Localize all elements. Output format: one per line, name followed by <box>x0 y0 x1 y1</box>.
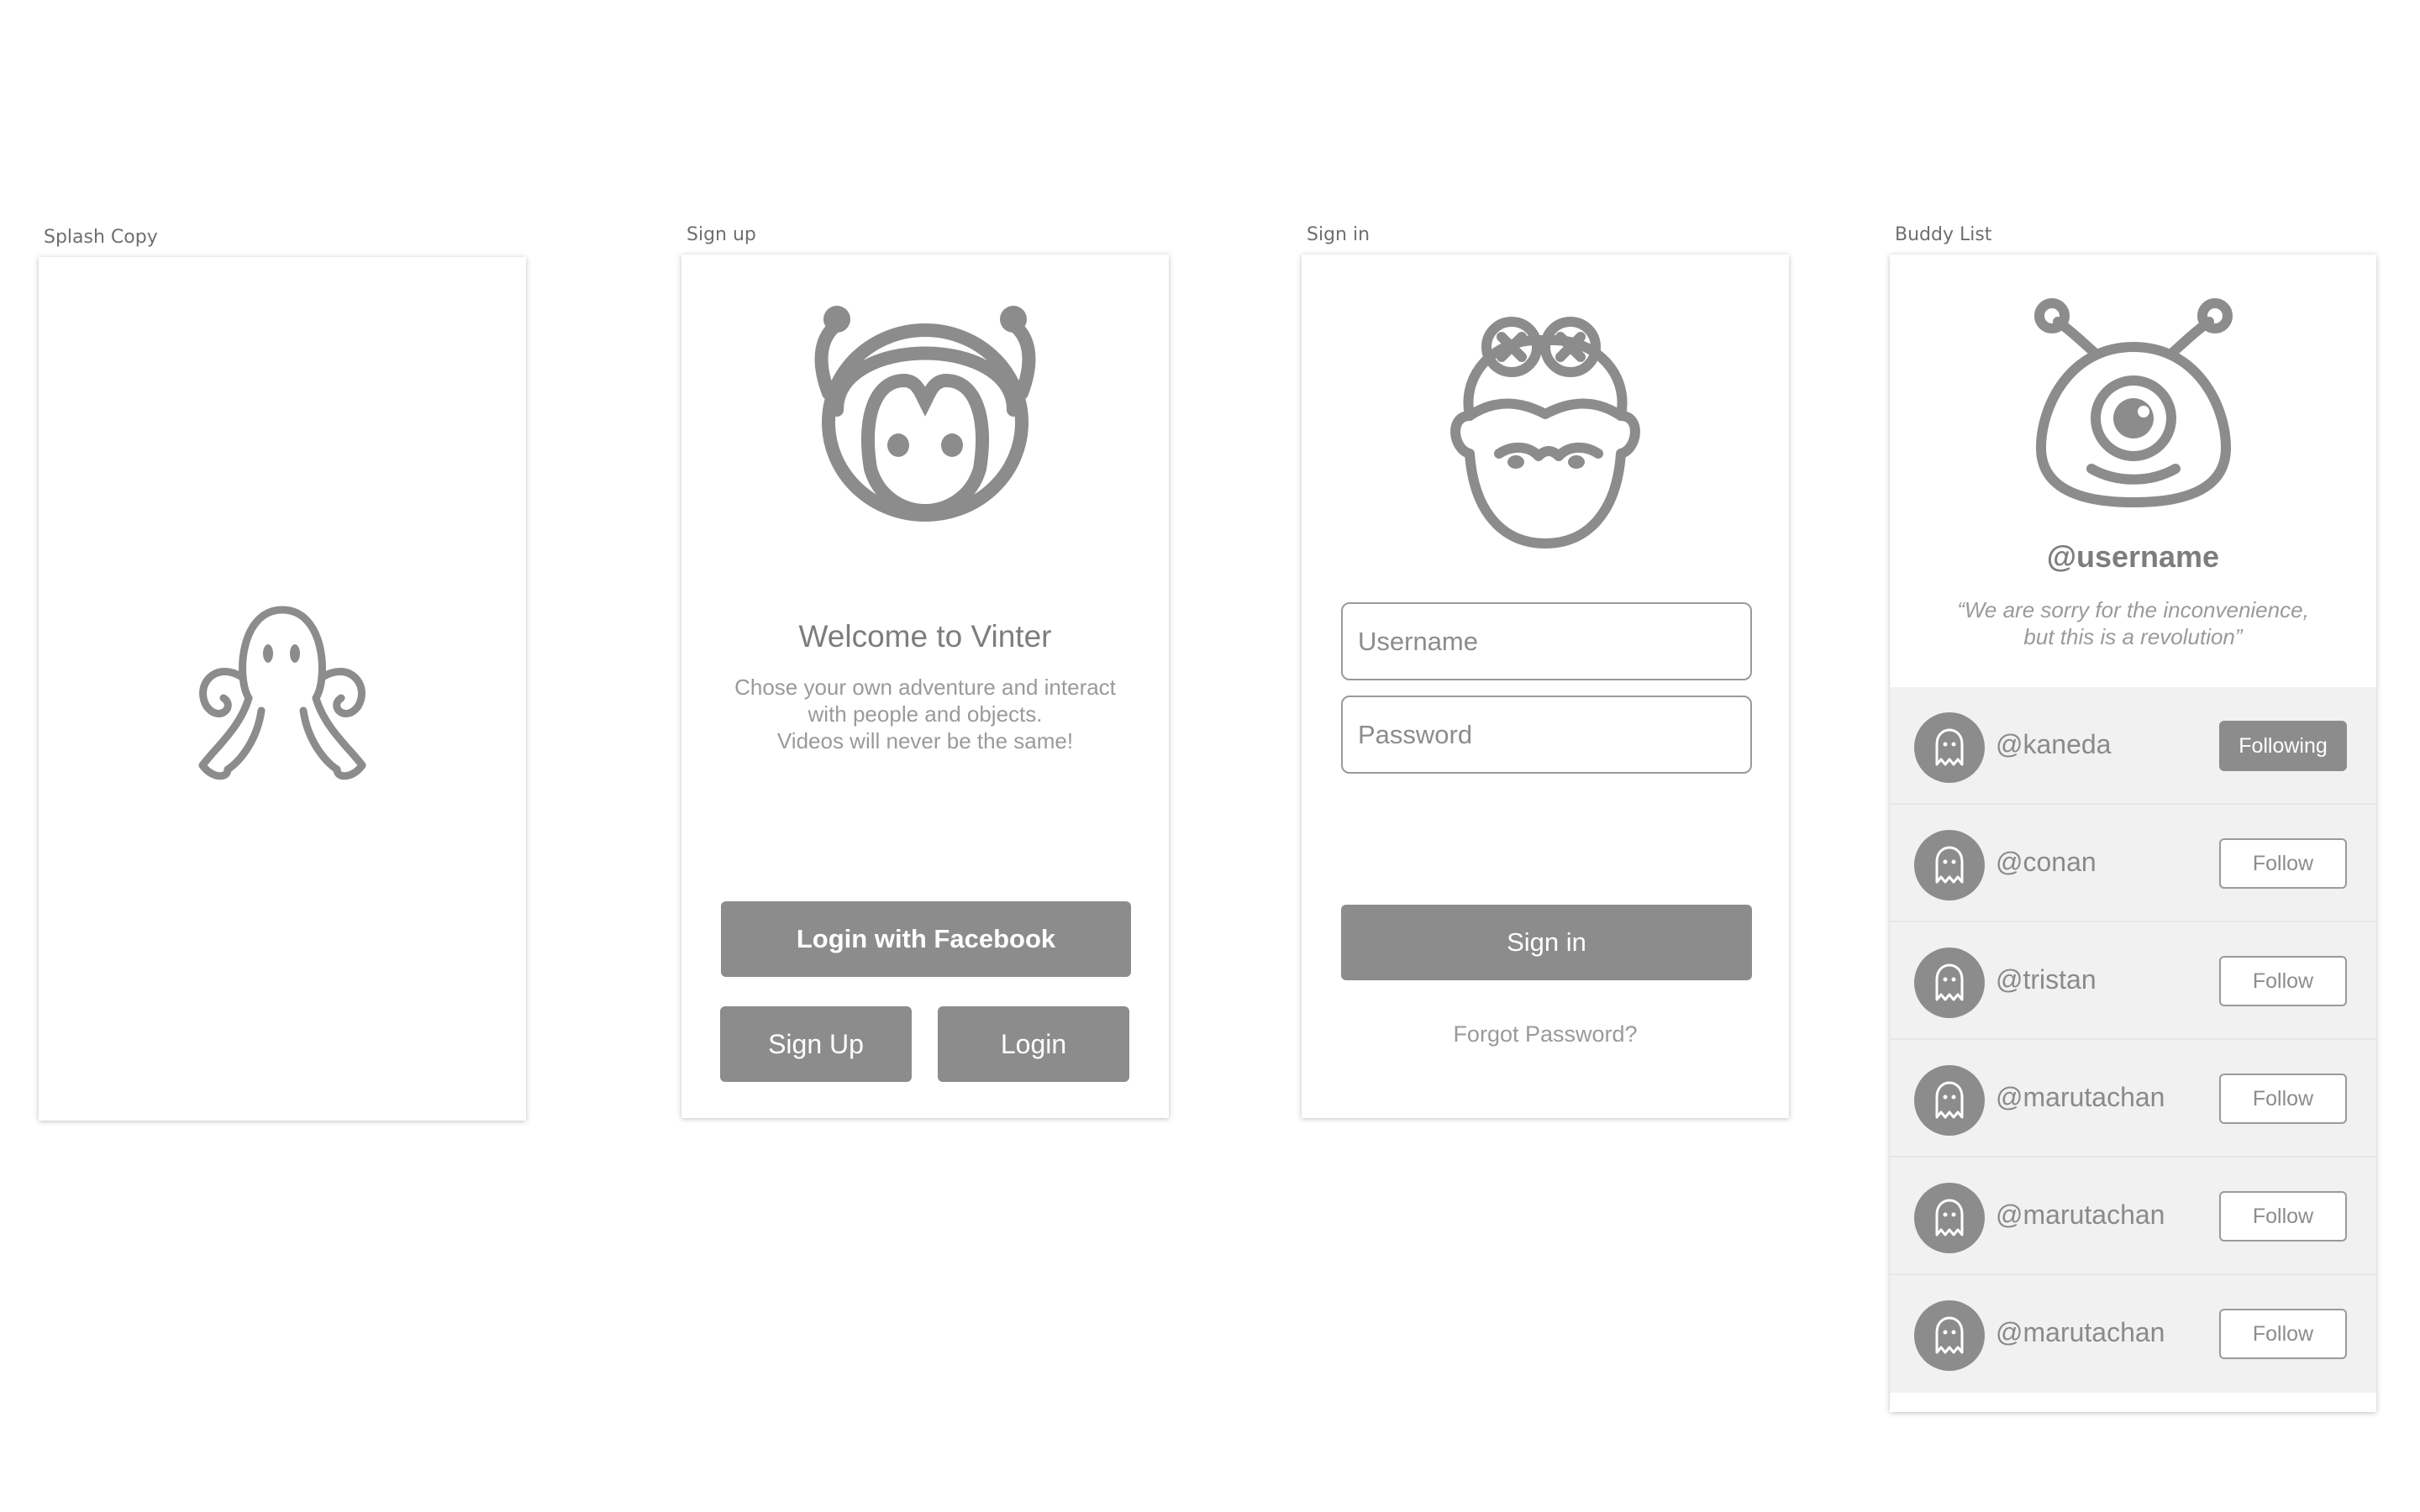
sign-up-button[interactable]: Sign Up <box>720 1006 912 1082</box>
description-line-1: Chose your own adventure and interact <box>734 675 1116 700</box>
password-input[interactable]: Password <box>1341 696 1752 774</box>
list-item: @marutachan Follow <box>1890 1040 2376 1158</box>
follow-button[interactable]: Follow <box>2219 956 2347 1006</box>
follow-button[interactable]: Follow <box>2219 1309 2347 1359</box>
list-item: @conan Follow <box>1890 805 2376 922</box>
description-line-2: with people and objects. <box>808 701 1043 727</box>
list-item: @marutachan Follow <box>1890 1275 2376 1393</box>
follow-button[interactable]: Follow <box>2219 838 2347 889</box>
buddy-name: @conan <box>1996 847 2096 877</box>
artboard-splash <box>39 257 526 1121</box>
sign-in-button[interactable]: Sign in <box>1341 905 1752 980</box>
buddy-name: @marutachan <box>1996 1082 2165 1112</box>
avatar <box>1914 712 1985 783</box>
avatar <box>1914 1183 1985 1253</box>
welcome-title: Welcome to Vinter <box>798 619 1052 654</box>
monkey-mascot-icon <box>814 306 1036 522</box>
artboard-buddy-list: @username “We are sorry for the inconven… <box>1890 255 2376 1412</box>
cyclops-alien-icon <box>2034 298 2233 508</box>
description-line-3: Videos will never be the same! <box>776 728 1074 753</box>
profile-quote-line-2: but this is a revolution” <box>2023 624 2243 649</box>
buddy-name: @marutachan <box>1996 1317 2165 1347</box>
artboard-label-buddy-list: Buddy List <box>1895 224 1992 245</box>
avatar <box>1914 1065 1985 1136</box>
follow-button[interactable]: Follow <box>2219 1191 2347 1242</box>
octopus-icon <box>198 606 366 780</box>
list-item: @kaneda Following <box>1890 687 2376 805</box>
girl-avatar-icon <box>1450 317 1640 549</box>
follow-button[interactable]: Follow <box>2219 1074 2347 1124</box>
artboard-label-signup: Sign up <box>687 224 756 245</box>
list-item: @marutachan Follow <box>1890 1158 2376 1275</box>
ghost-icon <box>1935 728 1964 766</box>
avatar <box>1914 830 1985 900</box>
buddy-name: @tristan <box>1996 964 2096 995</box>
login-button[interactable]: Login <box>938 1006 1129 1082</box>
forgot-password-link[interactable]: Forgot Password? <box>1302 1021 1789 1047</box>
ghost-icon <box>1935 1081 1964 1119</box>
ghost-icon <box>1935 1199 1964 1236</box>
avatar <box>1914 948 1985 1018</box>
profile-username: @username <box>2046 539 2220 574</box>
username-input[interactable]: Username <box>1341 602 1752 680</box>
artboard-signin: Username Password Sign in Forgot Passwor… <box>1302 255 1789 1118</box>
ghost-icon <box>1935 1316 1964 1354</box>
login-with-facebook-button[interactable]: Login with Facebook <box>721 901 1131 977</box>
ghost-icon <box>1935 846 1964 884</box>
artboard-signup: Welcome to Vinter Chose your own adventu… <box>681 255 1169 1118</box>
artboard-label-splash: Splash Copy <box>44 227 158 248</box>
list-item: @tristan Follow <box>1890 922 2376 1040</box>
profile-quote-line-1: “We are sorry for the inconvenience, <box>1957 597 2309 622</box>
buddy-name: @marutachan <box>1996 1200 2165 1230</box>
ghost-icon <box>1935 963 1964 1001</box>
artboard-label-signin: Sign in <box>1307 224 1370 245</box>
avatar <box>1914 1300 1985 1371</box>
buddy-name: @kaneda <box>1996 729 2112 759</box>
following-button[interactable]: Following <box>2219 721 2347 771</box>
